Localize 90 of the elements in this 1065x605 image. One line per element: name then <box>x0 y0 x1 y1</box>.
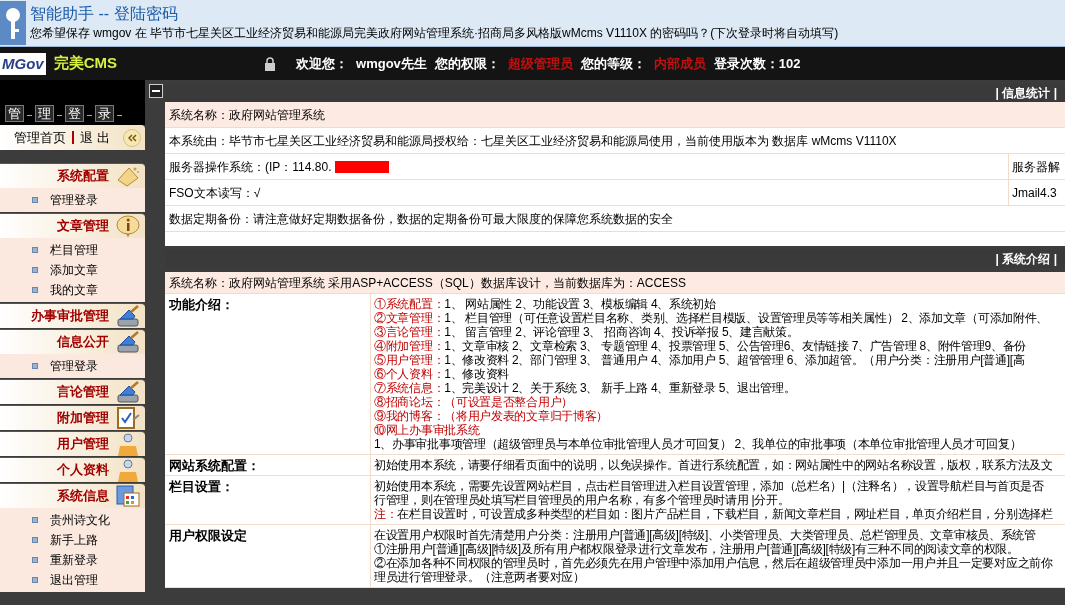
info-text: 服务器操作系统：(IP：114.80. <box>168 158 333 176</box>
level-label: 您的等级： <box>580 54 646 73</box>
key-icon <box>0 1 26 45</box>
bullet-icon <box>32 537 38 543</box>
description-line: ④附加管理：1、文章审核 2、文章检索 3、 专题管理 4、投票管理 5、公告管理6、友情链接 7、广告管理 8、附件管理9、备份 <box>374 339 1027 353</box>
minimize-button[interactable] <box>149 84 163 98</box>
menu-item[interactable]: 我的文章 <box>50 281 98 299</box>
login-char: 理 <box>35 105 54 122</box>
login-char: 登 <box>65 105 84 122</box>
description-line: ⑨我的博客：（将用户发表的文章归于博客） <box>374 409 609 423</box>
description-line: 理员进行管理登录。（注意两者要对应） <box>374 570 586 584</box>
info-text: FSO文本读写：√ <box>168 184 262 202</box>
user-name: wmgov先生 <box>356 54 427 73</box>
user-icon <box>115 458 141 482</box>
description-line: ①注册用户[普通][高级][特级]及所有用户都权限登录进行文章发布，注册用户[普通][高级][特级]有三种不同的阅读文章的权限。 <box>374 542 1020 556</box>
assistant-title: 智能助手 -- 登陆密码 <box>30 4 179 24</box>
description-line: ①系统配置：1、 网站属性 2、功能设置 3、模板编辑 4、系统初始 <box>374 297 717 311</box>
row-label: 栏目设置： <box>169 479 234 494</box>
description-line: 初始使用本系统，请要仔细看页面中的说明，以免误操作。首进行系统配置，如：网站属性中的网站名称设置，版权，联系方法及文 <box>374 458 1054 472</box>
home-link[interactable]: 管理首页 <box>14 127 66 148</box>
description-line: 注：在栏目设置时，可设置成多种类型的栏目如：图片产品栏目，下载栏目，新闻文章栏目，网址栏目，单页介绍栏目，分别选择栏 <box>374 507 1054 521</box>
description-line: ②在添加各种不同权限的管理员时，首先必须先在用户管理中添加用户信息，然后在超级管理员中添加一用户并且一定要对应之前你 <box>374 556 1054 570</box>
checklist-icon <box>115 406 141 430</box>
info-text: Jmail4.3 <box>1011 184 1058 202</box>
menu-item[interactable]: 退出管理 <box>50 571 98 589</box>
description-line: 1、办事审批事项管理（超级管理员与本单位审批管理人员才可回复） 2、我单位的审批事项（本单位审批管理人员才可回复） <box>374 437 1023 451</box>
description-line: ⑤用户管理：1、修改资料 2、部门管理 3、 普通用户 4、添加用户 5、超管管理 6、添加超管。（用户分类：注册用户[普通][高 <box>374 353 1026 367</box>
level-value: 内部成员 <box>653 54 706 73</box>
welcome-label: 欢迎您： <box>296 54 348 73</box>
info-text: 系统名称：政府网站管理系统 <box>168 106 326 124</box>
info-text: 服务器解 <box>1011 158 1061 176</box>
user-icon <box>115 432 141 456</box>
rights-label: 您的权限： <box>434 54 500 73</box>
system-summary: 系统名称：政府网站管理系统 采用ASP+ACCESS（SQL）数据库设计，当前数据库为：ACCESS <box>168 275 688 290</box>
minus-icon <box>152 90 160 92</box>
description-line: 行管理，则在管理员处填写栏目管理员的用户名称，有多个管理员时请用 |分开。 <box>374 493 791 507</box>
description-line: ③言论管理：1、 留言管理 2、评论管理 3、 招商咨询 4、投诉举报 5、建言献策。 <box>374 325 800 339</box>
bullet-icon <box>32 557 38 563</box>
description-line: ⑧招商论坛：（可设置是否整合用户） <box>374 395 574 409</box>
assistant-message: 您希望保存 wmgov 在 毕节市七星关区工业经济贸易和能源局完美政府网站管理系统·招商局多风格版wMcms V1110X 的密码吗？(下次登录时将自动填写) <box>30 25 839 42</box>
menu-item[interactable]: 新手上路 <box>50 531 98 549</box>
menu-section-header[interactable]: 附加管理 <box>0 405 145 430</box>
menu-section-header[interactable]: 信息公开 <box>0 329 145 354</box>
description-line: ⑦系统信息：1、完美设计 2、关于系统 3、 新手上路 4、重新登录 5、退出管理。 <box>374 381 797 395</box>
login-char: 录 <box>95 105 114 122</box>
menu-item[interactable]: 贵州诗文化 <box>50 511 110 529</box>
menu-section-header[interactable]: 办事审批管理 <box>0 303 145 328</box>
panel-title: | 信息统计 | <box>995 86 1057 100</box>
menu-section-header[interactable]: 用户管理 <box>0 431 145 456</box>
row-label: 网站系统配置： <box>169 458 260 473</box>
double-chevron-icon <box>127 133 137 142</box>
logout-link[interactable]: 退 出 <box>80 127 110 148</box>
row-label: 用户权限设定 <box>169 528 247 543</box>
calendar-icon <box>115 484 141 508</box>
info-text: 数据定期备份：请注意做好定期数据备份，数据的定期备份可最大限度的保障您系统数据的安全 <box>168 210 674 228</box>
description-line: ⑥个人资料：1、修改资料 <box>374 367 511 381</box>
logo: MGov <box>0 52 46 75</box>
redaction-bar <box>335 160 390 173</box>
menu-section-header[interactable]: 系统配置 <box>0 163 145 188</box>
description-line: ⑩网上办事审批系统 <box>374 423 481 437</box>
brush-icon <box>115 380 141 404</box>
brush-icon <box>115 330 141 354</box>
description-line: ②文章管理：1、 栏目管理（可任意设置栏目名称、类别、选择栏目模版、设置管理员等等相关属性） 2、添加文章（可添加附件、 <box>374 311 1050 325</box>
bullet-icon <box>32 247 38 253</box>
bullet-icon <box>32 287 38 293</box>
rights-value: 超级管理员 <box>507 54 573 73</box>
row-label: 功能介绍： <box>169 297 234 312</box>
menu-item[interactable]: 添加文章 <box>50 261 98 279</box>
bullet-icon <box>32 577 38 583</box>
login-count: 登录次数：102 <box>713 54 801 73</box>
menu-section-header[interactable]: 系统信息 <box>0 483 145 508</box>
info-icon <box>115 214 141 238</box>
info-text: 本系统由：毕节市七星关区工业经济贸易和能源局授权给：七星关区工业经济贸易和能源局使用，当前使用版本为 数据库 wMcms V1110X <box>168 132 898 150</box>
bullet-icon <box>32 363 38 369</box>
description-line: 初始使用本系统，需要先设置网站栏目，点击栏目管理进入栏目设置管理，添加（总栏名）|（注释名），设置导航栏目与首页是否 <box>374 479 1045 493</box>
brush-icon <box>115 304 141 328</box>
brand-name: 完美CMS <box>53 53 117 74</box>
menu-section-header[interactable]: 言论管理 <box>0 379 145 404</box>
lock-icon <box>264 56 276 71</box>
collapse-button[interactable] <box>123 128 141 147</box>
bullet-icon <box>32 197 38 203</box>
description-line: 在设置用户权限时首先清楚用户分类：注册用户[普通][高级][特级]、小类管理员、大类管理员、总栏管理员、文章审核员、系统管 <box>374 528 1037 542</box>
menu-section-header[interactable]: 文章管理 <box>0 213 145 238</box>
menu-item[interactable]: 栏目管理 <box>50 241 98 259</box>
bullet-icon <box>32 517 38 523</box>
panel-title: | 系统介绍 | <box>995 252 1057 266</box>
menu-section-header[interactable]: 个人资料 <box>0 457 145 482</box>
menu-item[interactable]: 重新登录 <box>50 551 98 569</box>
bullet-icon <box>32 267 38 273</box>
login-char: 管 <box>5 105 24 122</box>
